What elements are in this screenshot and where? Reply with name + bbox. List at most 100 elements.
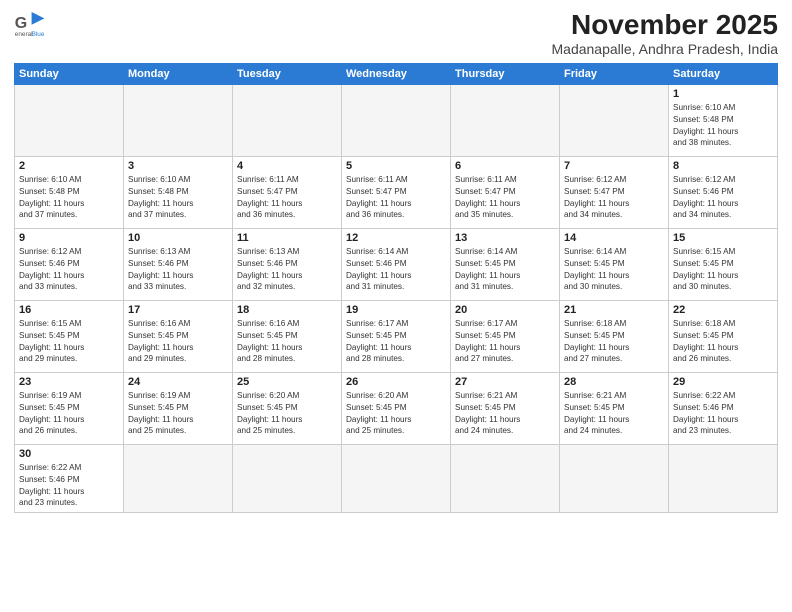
day-info: Sunrise: 6:22 AMSunset: 5:46 PMDaylight:… [19,462,119,510]
col-sunday: Sunday [15,63,124,84]
table-row: 13Sunrise: 6:14 AMSunset: 5:45 PMDayligh… [451,228,560,300]
day-number: 12 [346,232,446,244]
day-number: 20 [455,304,555,316]
table-row: 20Sunrise: 6:17 AMSunset: 5:45 PMDayligh… [451,300,560,372]
day-info: Sunrise: 6:18 AMSunset: 5:45 PMDaylight:… [564,318,664,366]
table-row: 22Sunrise: 6:18 AMSunset: 5:45 PMDayligh… [669,300,778,372]
day-info: Sunrise: 6:16 AMSunset: 5:45 PMDaylight:… [128,318,228,366]
table-row: 4 Sunrise: 6:11 AMSunset: 5:47 PMDaylight… [233,156,342,228]
day-number: 11 [237,232,337,244]
table-row [233,84,342,156]
table-row: 17 Sunrise: 6:16 AMSunset: 5:45 PMDayligh… [124,300,233,372]
day-info: Sunrise: 6:15 AMSunset: 5:45 PMDaylight:… [673,246,773,294]
day-number: 2 [19,160,119,172]
col-wednesday: Wednesday [342,63,451,84]
table-row: 15 Sunrise: 6:15 AMSunset: 5:45 PMDayligh… [669,228,778,300]
table-row: 16Sunrise: 6:15 AMSunset: 5:45 PMDayligh… [15,300,124,372]
day-info: Sunrise: 6:19 AMSunset: 5:45 PMDaylight:… [19,390,119,438]
header: G eneral Blue November 2025 Madanapalle,… [14,10,778,57]
day-number: 18 [237,304,337,316]
table-row [342,84,451,156]
day-info: Sunrise: 6:15 AMSunset: 5:45 PMDaylight:… [19,318,119,366]
day-info: Sunrise: 6:11 AMSunset: 5:47 PMDaylight:… [237,174,337,222]
day-info: Sunrise: 6:16 AMSunset: 5:45 PMDaylight:… [237,318,337,366]
col-friday: Friday [560,63,669,84]
table-row: 25 Sunrise: 6:20 AMSunset: 5:45 PMDayligh… [233,372,342,444]
table-row: 26Sunrise: 6:20 AMSunset: 5:45 PMDayligh… [342,372,451,444]
table-row [669,444,778,513]
day-number: 6 [455,160,555,172]
day-number: 9 [19,232,119,244]
day-number: 17 [128,304,228,316]
table-row: 5Sunrise: 6:11 AMSunset: 5:47 PMDaylight… [342,156,451,228]
day-number: 10 [128,232,228,244]
table-row: 27Sunrise: 6:21 AMSunset: 5:45 PMDayligh… [451,372,560,444]
day-number: 13 [455,232,555,244]
svg-text:G: G [15,15,27,32]
page: G eneral Blue November 2025 Madanapalle,… [0,0,792,612]
col-thursday: Thursday [451,63,560,84]
table-row [124,444,233,513]
table-row [124,84,233,156]
day-number: 7 [564,160,664,172]
table-row: 2Sunrise: 6:10 AMSunset: 5:48 PMDaylight… [15,156,124,228]
table-row: 11Sunrise: 6:13 AMSunset: 5:46 PMDayligh… [233,228,342,300]
table-row: 23Sunrise: 6:19 AMSunset: 5:45 PMDayligh… [15,372,124,444]
svg-text:Blue: Blue [32,31,45,38]
title-block: November 2025 Madanapalle, Andhra Prades… [552,10,779,57]
day-number: 5 [346,160,446,172]
day-info: Sunrise: 6:11 AMSunset: 5:47 PMDaylight:… [455,174,555,222]
day-number: 24 [128,376,228,388]
day-info: Sunrise: 6:20 AMSunset: 5:45 PMDaylight:… [346,390,446,438]
day-info: Sunrise: 6:12 AMSunset: 5:47 PMDaylight:… [564,174,664,222]
day-number: 25 [237,376,337,388]
table-row [560,444,669,513]
table-row: 18 Sunrise: 6:16 AMSunset: 5:45 PMDayligh… [233,300,342,372]
table-row [342,444,451,513]
day-number: 29 [673,376,773,388]
table-row [451,84,560,156]
day-number: 19 [346,304,446,316]
table-row: 8 Sunrise: 6:12 AMSunset: 5:46 PMDaylight… [669,156,778,228]
table-row [233,444,342,513]
day-number: 21 [564,304,664,316]
table-row: 29Sunrise: 6:22 AMSunset: 5:46 PMDayligh… [669,372,778,444]
table-row: 28 Sunrise: 6:21 AMSunset: 5:45 PMDayligh… [560,372,669,444]
month-title: November 2025 [552,10,779,41]
day-number: 14 [564,232,664,244]
table-row: 3Sunrise: 6:10 AMSunset: 5:48 PMDaylight… [124,156,233,228]
day-number: 28 [564,376,664,388]
table-row: 7 Sunrise: 6:12 AMSunset: 5:47 PMDaylight… [560,156,669,228]
table-row: 12 Sunrise: 6:14 AMSunset: 5:46 PMDayligh… [342,228,451,300]
table-row: 14 Sunrise: 6:14 AMSunset: 5:45 PMDayligh… [560,228,669,300]
day-number: 3 [128,160,228,172]
day-info: Sunrise: 6:12 AMSunset: 5:46 PMDaylight:… [19,246,119,294]
table-row: 21 Sunrise: 6:18 AMSunset: 5:45 PMDayligh… [560,300,669,372]
table-row: 19 Sunrise: 6:17 AMSunset: 5:45 PMDayligh… [342,300,451,372]
day-number: 8 [673,160,773,172]
day-info: Sunrise: 6:12 AMSunset: 5:46 PMDaylight:… [673,174,773,222]
col-saturday: Saturday [669,63,778,84]
day-number: 27 [455,376,555,388]
day-info: Sunrise: 6:10 AMSunset: 5:48 PMDaylight:… [673,102,773,150]
table-row [451,444,560,513]
day-info: Sunrise: 6:19 AMSunset: 5:45 PMDaylight:… [128,390,228,438]
day-number: 4 [237,160,337,172]
day-info: Sunrise: 6:20 AMSunset: 5:45 PMDaylight:… [237,390,337,438]
day-info: Sunrise: 6:18 AMSunset: 5:45 PMDaylight:… [673,318,773,366]
table-row: 24 Sunrise: 6:19 AMSunset: 5:45 PMDayligh… [124,372,233,444]
day-info: Sunrise: 6:21 AMSunset: 5:45 PMDaylight:… [564,390,664,438]
logo: G eneral Blue [14,10,46,38]
day-number: 1 [673,88,773,100]
day-number: 30 [19,448,119,460]
day-number: 15 [673,232,773,244]
table-row: 9 Sunrise: 6:12 AMSunset: 5:46 PMDaylight… [15,228,124,300]
calendar-header-row: Sunday Monday Tuesday Wednesday Thursday… [15,63,778,84]
svg-text:eneral: eneral [15,31,33,38]
day-info: Sunrise: 6:14 AMSunset: 5:45 PMDaylight:… [564,246,664,294]
logo-icon: G eneral Blue [14,10,46,38]
table-row: 30 Sunrise: 6:22 AMSunset: 5:46 PMDayligh… [15,444,124,513]
day-info: Sunrise: 6:17 AMSunset: 5:45 PMDaylight:… [346,318,446,366]
table-row [560,84,669,156]
day-info: Sunrise: 6:14 AMSunset: 5:46 PMDaylight:… [346,246,446,294]
